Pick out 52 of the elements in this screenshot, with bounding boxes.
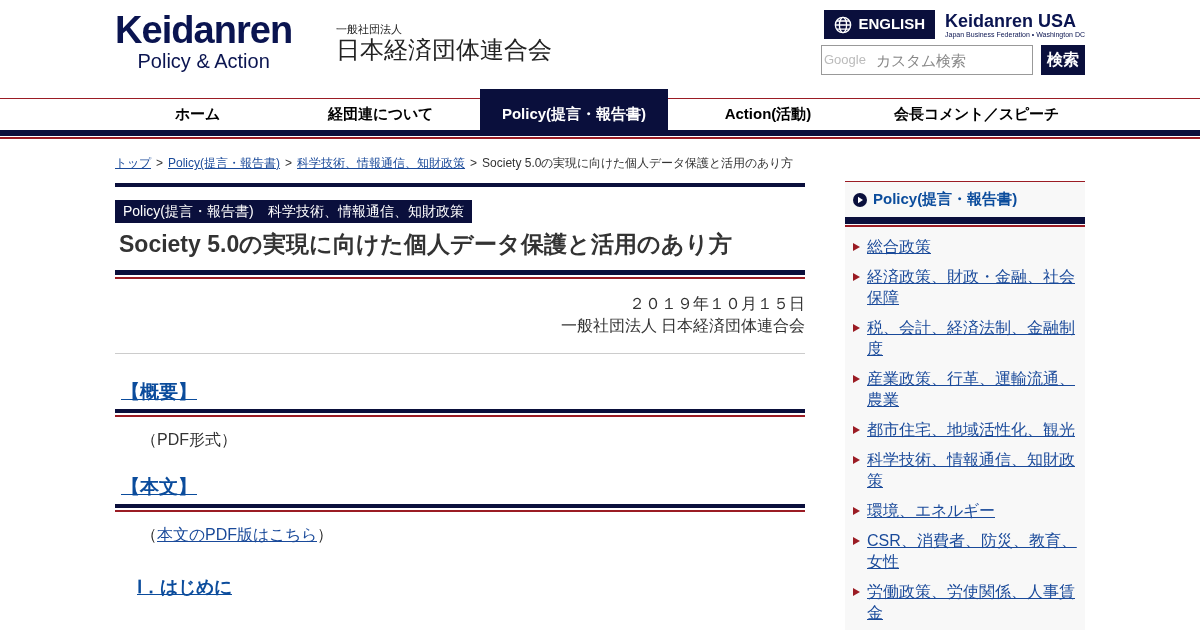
sidebar-link[interactable]: 労働政策、労使関係、人事賃金 bbox=[867, 581, 1079, 623]
breadcrumb-link[interactable]: トップ bbox=[115, 154, 151, 172]
category-text: 科学技術、情報通信、知財政策 bbox=[267, 202, 464, 221]
article-title: Society 5.0の実現に向けた個人データ保護と活用のあり方 bbox=[118, 230, 734, 259]
usa-logo-title[interactable]: Keidanren USA bbox=[945, 10, 1077, 31]
category-text: Policy(提言・報告書) bbox=[123, 202, 254, 221]
section-heading[interactable]: 【本文】 bbox=[121, 475, 197, 499]
breadcrumb-current: Society 5.0の実現に向けた個人データ保護と活用のあり方 bbox=[482, 155, 794, 172]
triangle-bullet-icon bbox=[853, 324, 860, 332]
nav-tab[interactable]: Policy(提言・報告書) bbox=[480, 89, 668, 130]
org-name: 日本経済団体連合会 bbox=[336, 36, 553, 64]
english-button[interactable]: ENGLISH bbox=[824, 10, 936, 39]
search-button[interactable]: 検索 bbox=[1041, 45, 1085, 75]
nav-tab[interactable]: ホーム bbox=[115, 89, 280, 130]
sidebar-link[interactable]: 産業政策、行革、運輸流通、農業 bbox=[867, 368, 1079, 410]
breadcrumb-link[interactable]: 科学技術、情報通信、知財政策 bbox=[297, 154, 466, 172]
triangle-bullet-icon bbox=[853, 537, 860, 545]
toc-link[interactable]: Ⅰ．はじめに bbox=[137, 576, 232, 598]
breadcrumb-separator: > bbox=[156, 155, 163, 172]
section-note: （PDF形式） bbox=[141, 430, 238, 450]
nav-tab[interactable]: 経団連について bbox=[280, 89, 480, 130]
sidebar-link[interactable]: 総合政策 bbox=[867, 236, 931, 257]
date: ２０１９年１０月１５日 bbox=[629, 294, 805, 314]
sidebar-link[interactable]: 科学技術、情報通信、知財政策 bbox=[867, 449, 1079, 491]
sidebar-link[interactable]: 都市住宅、地域活性化、観光 bbox=[867, 419, 1075, 440]
section-note: （本文のPDF版はこちら） bbox=[141, 525, 334, 545]
section-heading[interactable]: 【概要】 bbox=[121, 380, 197, 404]
sidebar-link[interactable]: CSR、消費者、防災、教育、女性 bbox=[867, 530, 1079, 572]
author: 一般社団法人 日本経済団体連合会 bbox=[560, 316, 805, 336]
logo-subtitle: Policy & Action bbox=[137, 50, 270, 72]
pdf-link[interactable]: 本文のPDF版はこちら bbox=[157, 526, 317, 543]
search-brand: Google bbox=[824, 51, 866, 69]
globe-icon bbox=[834, 15, 853, 34]
triangle-bullet-icon bbox=[853, 588, 860, 596]
nav-tab[interactable]: Action(活動) bbox=[668, 89, 868, 130]
sidebar-link[interactable]: 環境、エネルギー bbox=[867, 500, 995, 521]
play-circle-icon bbox=[853, 192, 867, 207]
breadcrumb-link[interactable]: Policy(提言・報告書) bbox=[168, 154, 281, 172]
org-label: 一般社団法人 bbox=[336, 24, 404, 36]
logo-title[interactable]: Keidanren bbox=[115, 10, 293, 50]
nav-tab[interactable]: 会長コメント／スピーチ bbox=[868, 89, 1085, 130]
triangle-bullet-icon bbox=[853, 456, 860, 464]
triangle-bullet-icon bbox=[853, 507, 860, 515]
sidebar-link[interactable]: 経済政策、財政・金融、社会保障 bbox=[867, 266, 1079, 308]
triangle-bullet-icon bbox=[853, 273, 860, 281]
sidebar-link[interactable]: 税、会計、経済法制、金融制度 bbox=[867, 317, 1079, 359]
triangle-bullet-icon bbox=[853, 243, 860, 251]
breadcrumb-separator: > bbox=[285, 155, 293, 172]
sidebar-heading: Policy(提言・報告書) bbox=[873, 189, 1018, 210]
triangle-bullet-icon bbox=[853, 426, 860, 434]
triangle-bullet-icon bbox=[853, 375, 860, 383]
breadcrumb-separator: > bbox=[470, 155, 478, 172]
